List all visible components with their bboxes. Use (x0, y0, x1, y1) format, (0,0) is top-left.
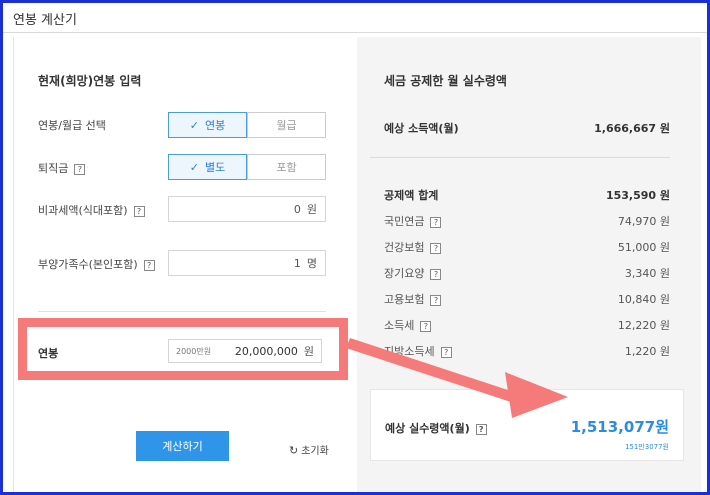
help-icon[interactable]: ? (133, 205, 145, 217)
deduction-row: 소득세? 12,220 원 (384, 319, 670, 332)
severance-option-included[interactable]: 포함 (247, 154, 326, 180)
help-icon[interactable]: ? (430, 294, 442, 306)
non-taxable-label: 비과세액(식대포함)? (38, 202, 145, 218)
help-icon[interactable]: ? (143, 259, 155, 271)
calculate-button[interactable]: 계산하기 (136, 431, 229, 461)
deduction-total-row: 공제액 합계 153,590 원 (384, 189, 670, 202)
non-taxable-input[interactable]: 0원 (168, 196, 326, 222)
divider (370, 157, 670, 158)
salary-type-toggle: ✓ 연봉 월급 (168, 112, 326, 138)
help-icon[interactable]: ? (440, 346, 452, 358)
window-title: 연봉 계산기 (13, 13, 77, 28)
help-icon[interactable]: ? (430, 216, 442, 228)
deduction-row: 고용보험? 10,840 원 (384, 293, 670, 306)
input-section-title: 현재(희망)연봉 입력 (38, 74, 142, 88)
annual-salary-highlight: 연봉 2000만원 20,000,000 원 (18, 318, 348, 380)
dependents-input[interactable]: 1명 (168, 250, 326, 276)
help-icon[interactable]: ? (430, 242, 442, 254)
refresh-icon: ↻ (289, 444, 299, 457)
dependents-label: 부양가족수(본인포함)? (38, 256, 155, 272)
deduction-row: 지방소득세? 1,220 원 (384, 345, 670, 358)
check-icon: ✓ (189, 118, 199, 132)
annual-salary-label: 연봉 (38, 347, 59, 360)
net-pay-box: 예상 실수령액(월)? 1,513,077원 151만3077원 (370, 389, 684, 461)
salary-type-label: 연봉/월급 선택 (38, 119, 106, 132)
help-icon[interactable]: ? (430, 268, 442, 280)
help-icon[interactable]: ? (475, 423, 487, 435)
severance-toggle: ✓ 별도 포함 (168, 154, 326, 180)
deduction-row: 장기요양? 3,340 원 (384, 267, 670, 280)
salary-type-option-monthly[interactable]: 월급 (247, 112, 326, 138)
net-pay-label: 예상 실수령액(월)? (385, 420, 487, 436)
result-section-title: 세금 공제한 월 실수령액 (384, 74, 507, 88)
divider (38, 311, 326, 312)
salary-type-option-annual[interactable]: ✓ 연봉 (168, 112, 247, 138)
reset-button[interactable]: ↻ 초기화 (289, 442, 329, 457)
net-pay-subtext: 151만3077원 (624, 443, 669, 451)
annual-salary-input[interactable]: 2000만원 20,000,000 원 (168, 339, 322, 363)
help-icon[interactable]: ? (74, 163, 86, 175)
severance-label: 퇴직금? (38, 160, 86, 176)
title-bar: 연봉 계산기 (3, 3, 707, 33)
severance-option-separate[interactable]: ✓ 별도 (168, 154, 247, 180)
deduction-row: 건강보험? 51,000 원 (384, 241, 670, 254)
deduction-row: 국민연금? 74,970 원 (384, 215, 670, 228)
expected-income-row: 예상 소득액(월) 1,666,667 원 (384, 122, 670, 135)
help-icon[interactable]: ? (420, 320, 432, 332)
check-icon: ✓ (189, 160, 199, 174)
net-pay-value: 1,513,077원 (570, 418, 669, 436)
